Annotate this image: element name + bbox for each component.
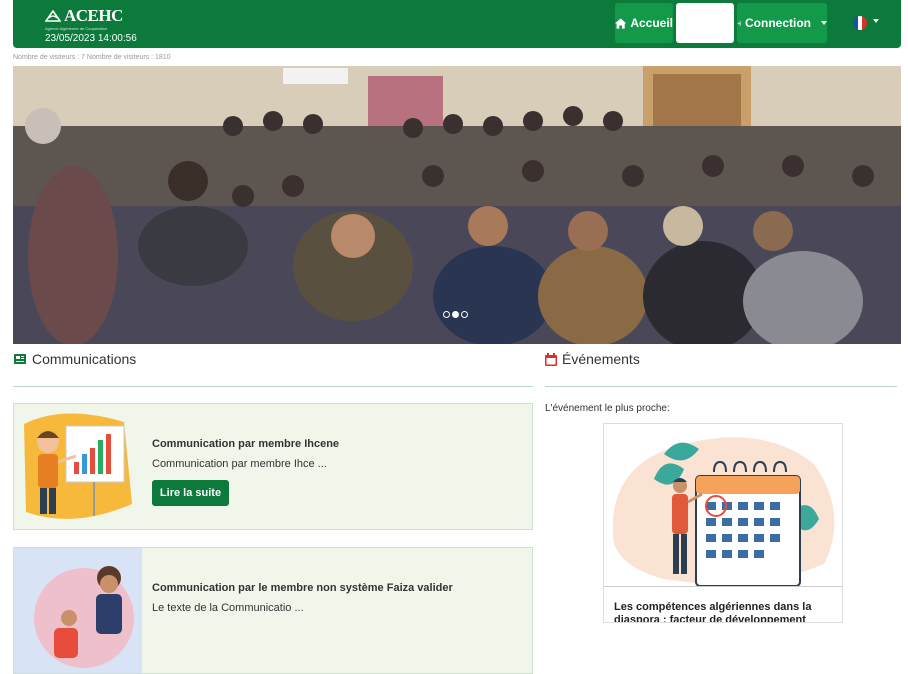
france-flag-icon[interactable] bbox=[853, 16, 867, 30]
carousel-indicators bbox=[443, 311, 468, 318]
communications-heading: Communications bbox=[13, 351, 136, 367]
hero-carousel[interactable] bbox=[13, 66, 901, 344]
communication-card: Communication par le membre non système … bbox=[13, 547, 533, 674]
events-title: Événements bbox=[562, 351, 640, 367]
communication-title[interactable]: Communication par membre Ihcene bbox=[152, 438, 339, 450]
read-more-button[interactable]: Lire la suite bbox=[152, 480, 229, 506]
logo-subtitle: Agence Algérienne de Coopération bbox=[45, 26, 108, 31]
communications-title: Communications bbox=[32, 351, 137, 367]
carousel-dot-2[interactable] bbox=[452, 311, 459, 318]
event-card[interactable]: Les compétences algériennes dans la dias… bbox=[603, 423, 843, 623]
events-divider bbox=[545, 386, 897, 387]
language-class-illustration bbox=[14, 548, 142, 673]
event-title[interactable]: Les compétences algériennes dans la dias… bbox=[614, 601, 834, 622]
event-calendar-illustration bbox=[604, 424, 842, 587]
logo-text: ACEHC bbox=[64, 6, 123, 25]
newspaper-icon bbox=[14, 354, 26, 364]
nav-blank-item[interactable] bbox=[676, 3, 734, 43]
communication-title[interactable]: Communication par le membre non système … bbox=[152, 582, 453, 594]
carousel-dot-1[interactable] bbox=[443, 311, 450, 318]
home-button-label: Accueil bbox=[630, 16, 673, 30]
home-icon bbox=[615, 17, 627, 29]
carousel-dot-3[interactable] bbox=[461, 311, 468, 318]
event-card-divider bbox=[604, 586, 842, 587]
communication-excerpt: Le texte de la Communicatio ... bbox=[152, 602, 304, 614]
site-logo[interactable]: ACEHC Agence Algérienne de Coopération bbox=[45, 6, 123, 31]
live-clock: 23/05/2023 14:00:56 bbox=[45, 33, 137, 44]
communications-divider bbox=[13, 386, 533, 387]
sign-in-icon bbox=[737, 21, 741, 25]
carousel-photo bbox=[13, 66, 901, 344]
communication-card: Communication par membre Ihcene Communic… bbox=[13, 403, 533, 530]
language-chevron-down-icon[interactable] bbox=[873, 19, 879, 23]
home-button[interactable]: Accueil bbox=[615, 3, 673, 43]
calendar-icon bbox=[545, 352, 557, 366]
login-button-label: Connection bbox=[745, 16, 811, 30]
logo-emblem-icon bbox=[45, 10, 61, 22]
communication-excerpt: Communication par membre Ihce ... bbox=[152, 458, 327, 470]
nearest-event-label: L'événement le plus proche: bbox=[545, 403, 670, 414]
presentation-illustration bbox=[14, 404, 142, 529]
login-dropdown-button[interactable]: Connection bbox=[737, 3, 827, 43]
events-heading: Événements bbox=[545, 351, 640, 367]
visitor-counter: Nombre de visiteurs : 7 Nombre de visite… bbox=[13, 54, 171, 61]
chevron-down-icon bbox=[821, 21, 827, 25]
top-navbar: ACEHC Agence Algérienne de Coopération 2… bbox=[13, 0, 901, 48]
